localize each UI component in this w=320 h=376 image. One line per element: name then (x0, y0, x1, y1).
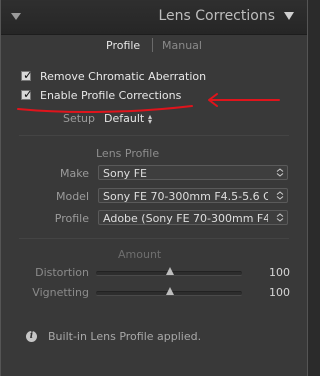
updown-arrows-icon (276, 213, 284, 222)
remove-ca-checkbox[interactable]: ✓ (21, 68, 34, 82)
remove-ca-label: Remove Chromatic Aberration (40, 70, 207, 83)
checkmark-icon: ✓ (23, 68, 34, 82)
distortion-label: Distortion (35, 266, 89, 279)
profile-value: Adobe (Sony FE 70-300mm F4... (103, 212, 268, 225)
annotation-arrow-icon (208, 93, 280, 107)
vignetting-value[interactable]: 100 (269, 286, 290, 299)
panel-title: Lens Corrections (158, 8, 275, 24)
model-label: Model (55, 190, 89, 203)
amount-title: Amount (118, 248, 162, 261)
updown-arrows-icon (276, 191, 284, 200)
lens-profile-title: Lens Profile (96, 147, 160, 160)
model-value: Sony FE 70-300mm F4.5-5.6 G (103, 190, 268, 203)
info-icon: i (26, 331, 37, 342)
updown-arrows-icon (276, 168, 284, 177)
distortion-value[interactable]: 100 (269, 266, 290, 279)
make-select[interactable]: Sony FE (98, 165, 288, 180)
distortion-slider-thumb[interactable] (166, 267, 174, 275)
tab-profile[interactable]: Profile (106, 39, 140, 52)
vignetting-label: Vignetting (32, 286, 89, 299)
section-divider (19, 238, 289, 239)
setup-stepper-down-icon[interactable]: ▾ (148, 117, 152, 126)
setup-value[interactable]: Default (104, 112, 144, 125)
make-value: Sony FE (103, 167, 147, 180)
make-label: Make (60, 167, 89, 180)
collapse-triangle-icon[interactable] (11, 13, 21, 20)
lens-corrections-panel: Lens Corrections Profile Manual ✓ Remove… (0, 0, 308, 376)
tab-manual[interactable]: Manual (162, 39, 202, 52)
model-select[interactable]: Sony FE 70-300mm F4.5-5.6 G (98, 188, 288, 203)
expand-caret-icon[interactable] (284, 12, 294, 20)
setup-label: Setup (62, 112, 95, 125)
info-message: Built-in Lens Profile applied. (48, 330, 202, 343)
vignetting-slider-thumb[interactable] (166, 287, 174, 295)
profile-label: Profile (54, 212, 89, 225)
section-divider (19, 135, 289, 136)
panel-header[interactable]: Lens Corrections (1, 0, 307, 35)
profile-select[interactable]: Adobe (Sony FE 70-300mm F4... (98, 210, 288, 225)
tab-divider (152, 38, 153, 52)
